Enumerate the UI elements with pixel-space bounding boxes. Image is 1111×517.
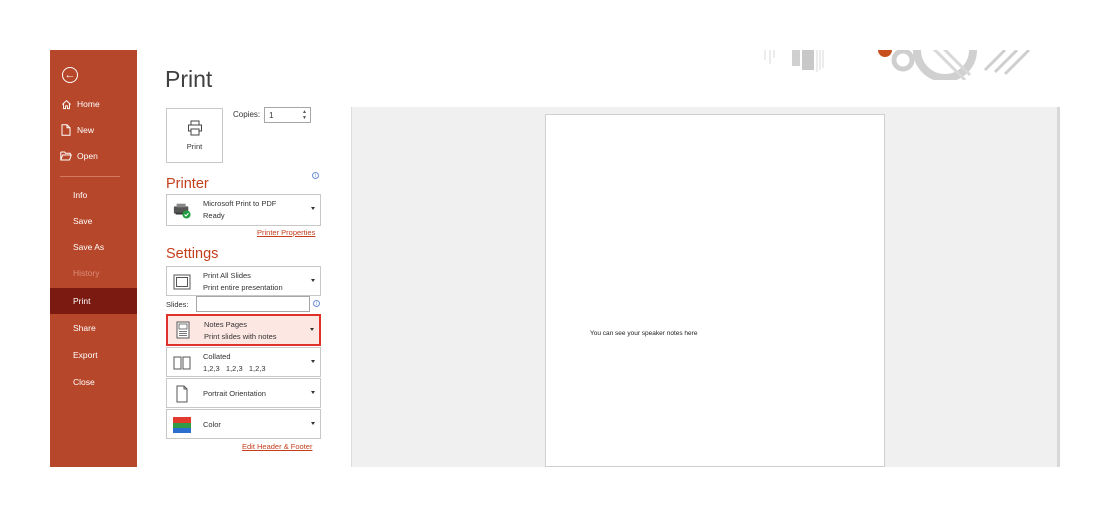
chevron-down-icon	[311, 279, 315, 282]
orientation-title: Portrait Orientation	[203, 389, 266, 398]
sidebar-item-export[interactable]: Export	[50, 342, 137, 368]
printer-name: Microsoft Print to PDF	[203, 199, 277, 208]
portrait-page-icon	[176, 385, 188, 403]
copies-value: 1	[269, 111, 274, 120]
collation-title: Collated	[203, 352, 231, 361]
chevron-down-icon	[311, 391, 315, 394]
collation-dropdown[interactable]: Collated 1,2,3 1,2,3 1,2,3	[166, 347, 321, 377]
sidebar-item-home[interactable]: Home	[50, 91, 137, 117]
sidebar-item-print[interactable]: Print	[50, 288, 137, 314]
copies-stepper[interactable]: 1 ▲ ▼	[264, 107, 311, 123]
print-layout-title: Notes Pages	[204, 320, 247, 329]
printer-ready-icon	[173, 203, 191, 219]
chevron-down-icon	[311, 207, 315, 210]
info-icon[interactable]: i	[313, 300, 320, 307]
back-arrow-icon[interactable]: ←	[62, 67, 78, 83]
notes-pages-icon	[176, 321, 190, 339]
chevron-down-icon	[311, 422, 315, 425]
sidebar-item-save-as[interactable]: Save As	[50, 234, 137, 260]
print-range-dropdown[interactable]: Print All Slides Print entire presentati…	[166, 266, 321, 296]
preview-page: You can see your speaker notes here	[545, 114, 885, 467]
slides-input[interactable]	[196, 296, 310, 312]
sidebar-item-label: New	[77, 125, 95, 135]
sidebar-item-close[interactable]: Close	[50, 369, 137, 395]
printer-properties-link[interactable]: Printer Properties	[257, 228, 315, 237]
collation-subtitle: 1,2,3 1,2,3 1,2,3	[203, 364, 266, 373]
sidebar-item-save[interactable]: Save	[50, 208, 137, 234]
sidebar-item-label: Export	[73, 350, 98, 360]
print-layout-subtitle: Print slides with notes	[204, 332, 277, 341]
folder-open-icon	[60, 151, 72, 161]
sidebar-item-label: Home	[77, 99, 100, 109]
printer-heading: Printer	[166, 176, 209, 192]
home-icon	[60, 99, 72, 110]
color-swatch-icon	[173, 417, 191, 433]
sidebar-item-open[interactable]: Open	[50, 143, 137, 169]
sidebar-item-label: Share	[73, 323, 96, 333]
page-title: Print	[165, 66, 213, 92]
sidebar-item-label: Save As	[73, 242, 105, 252]
spin-arrows-icon[interactable]: ▲ ▼	[302, 109, 307, 121]
sidebar-item-label: Open	[77, 151, 98, 161]
sidebar-item-history: History	[50, 260, 137, 286]
slides-icon	[173, 274, 191, 290]
print-button[interactable]: Print	[166, 108, 223, 163]
new-document-icon	[60, 124, 72, 136]
printer-dropdown[interactable]: Microsoft Print to PDF Ready	[166, 194, 321, 226]
print-range-subtitle: Print entire presentation	[203, 283, 283, 292]
preview-divider	[351, 107, 352, 467]
orientation-dropdown[interactable]: Portrait Orientation	[166, 378, 321, 408]
copies-label: Copies:	[233, 110, 261, 119]
sidebar-item-label: Print	[73, 296, 91, 306]
sidebar-item-share[interactable]: Share	[50, 315, 137, 341]
chevron-down-icon	[311, 360, 315, 363]
edit-header-footer-link[interactable]: Edit Header & Footer	[242, 442, 312, 451]
sidebar-item-label: Save	[73, 216, 93, 226]
print-backstage: ← Home New Open Info Save Save As Histor…	[50, 50, 1060, 467]
sidebar-item-label: History	[73, 268, 100, 278]
print-layout-dropdown[interactable]: Notes Pages Print slides with notes	[166, 314, 321, 346]
sidebar-item-new[interactable]: New	[50, 117, 137, 143]
speaker-notes-text: You can see your speaker notes here	[590, 330, 698, 337]
preview-scrollbar[interactable]	[1057, 107, 1060, 467]
chevron-down-icon	[310, 328, 314, 331]
color-title: Color	[203, 420, 221, 429]
print-range-title: Print All Slides	[203, 271, 251, 280]
info-icon[interactable]: i	[312, 172, 319, 179]
color-dropdown[interactable]: Color	[166, 409, 321, 439]
collated-icon	[173, 356, 191, 370]
sidebar-item-label: Close	[73, 377, 95, 387]
sidebar-item-info[interactable]: Info	[50, 182, 137, 208]
print-button-label: Print	[186, 142, 203, 151]
settings-heading: Settings	[166, 246, 219, 262]
sidebar-item-label: Info	[73, 190, 88, 200]
backstage-sidebar: ← Home New Open Info Save Save As Histor…	[50, 50, 137, 467]
header-decoration	[764, 50, 1031, 80]
printer-icon	[187, 120, 202, 136]
slides-label: Slides:	[166, 300, 189, 309]
printer-status: Ready	[203, 211, 225, 220]
sidebar-divider	[60, 176, 120, 177]
